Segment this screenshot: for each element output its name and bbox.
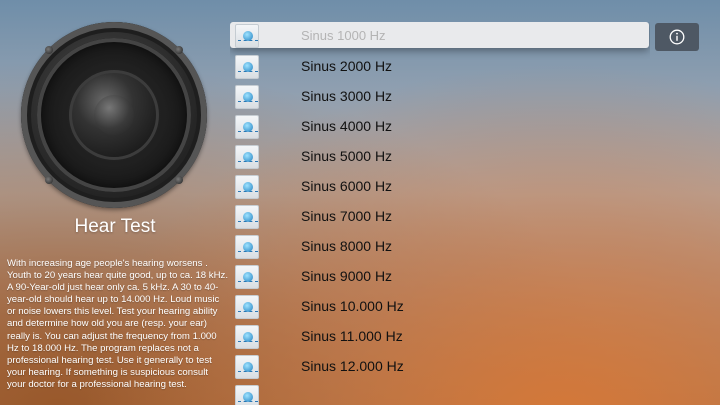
list-item[interactable]: Sinus 2000 Hz	[230, 52, 650, 82]
ear-sound-icon	[235, 55, 259, 79]
selection-highlight	[230, 22, 649, 48]
list-item[interactable]: Sinus 10.000 Hz	[230, 292, 650, 322]
list-item-label: Sinus 2000 Hz	[301, 58, 393, 74]
list-item[interactable]: Sinus 12.000 Hz	[230, 352, 650, 382]
left-panel: Hear Test With increasing age people's h…	[0, 0, 230, 405]
app-title: Hear Test	[74, 216, 156, 237]
screw-icon	[175, 176, 183, 184]
ear-sound-icon	[235, 85, 259, 109]
screw-icon	[45, 46, 53, 54]
list-item-label: Sinus 1000 Hz	[301, 28, 386, 43]
list-item[interactable]: Sinus 4000 Hz	[230, 112, 650, 142]
ear-sound-icon	[235, 205, 259, 229]
list-item-label: Sinus 8000 Hz	[301, 238, 393, 254]
ear-sound-icon	[235, 355, 259, 379]
list-item[interactable]: Sinus 6000 Hz	[230, 172, 650, 202]
list-item[interactable]: Sinus 9000 Hz	[230, 262, 650, 292]
list-item[interactable]	[230, 382, 650, 405]
list-item-label: Sinus 9000 Hz	[301, 268, 393, 284]
list-item[interactable]: Sinus 11.000 Hz	[230, 322, 650, 352]
ear-sound-icon	[235, 265, 259, 289]
list-item-label: Sinus 3000 Hz	[301, 88, 393, 104]
list-item-label: Sinus 6000 Hz	[301, 178, 393, 194]
list-item[interactable]: Sinus 8000 Hz	[230, 232, 650, 262]
app-description: With increasing age people's hearing wor…	[7, 258, 228, 390]
list-item-label: Sinus 11.000 Hz	[301, 328, 403, 344]
ear-sound-icon	[235, 115, 259, 139]
list-item-label: Sinus 5000 Hz	[301, 148, 393, 164]
list-item-label: Sinus 12.000 Hz	[301, 358, 404, 374]
ear-sound-icon	[235, 235, 259, 259]
ear-sound-icon	[235, 145, 259, 169]
ear-sound-icon	[235, 24, 259, 48]
list-item[interactable]: Sinus 7000 Hz	[230, 202, 650, 232]
ear-sound-icon	[235, 295, 259, 319]
ear-sound-icon	[235, 325, 259, 349]
list-item-label: Sinus 4000 Hz	[301, 118, 393, 134]
list-item-label: Sinus 7000 Hz	[301, 208, 393, 224]
screw-icon	[175, 46, 183, 54]
list-item[interactable]: Sinus 1000 Hz	[230, 22, 650, 52]
list-item[interactable]: Sinus 5000 Hz	[230, 142, 650, 172]
list-item-label: Sinus 10.000 Hz	[301, 298, 404, 314]
speaker-image	[21, 22, 207, 208]
info-icon	[669, 29, 685, 45]
ear-sound-icon	[235, 385, 259, 405]
info-button[interactable]	[655, 23, 699, 51]
ear-sound-icon	[235, 175, 259, 199]
screw-icon	[45, 176, 53, 184]
list-item[interactable]: Sinus 3000 Hz	[230, 82, 650, 112]
frequency-list[interactable]: Sinus 1000 Hz Sinus 2000 Hz Sinus 3000 H…	[230, 22, 650, 405]
